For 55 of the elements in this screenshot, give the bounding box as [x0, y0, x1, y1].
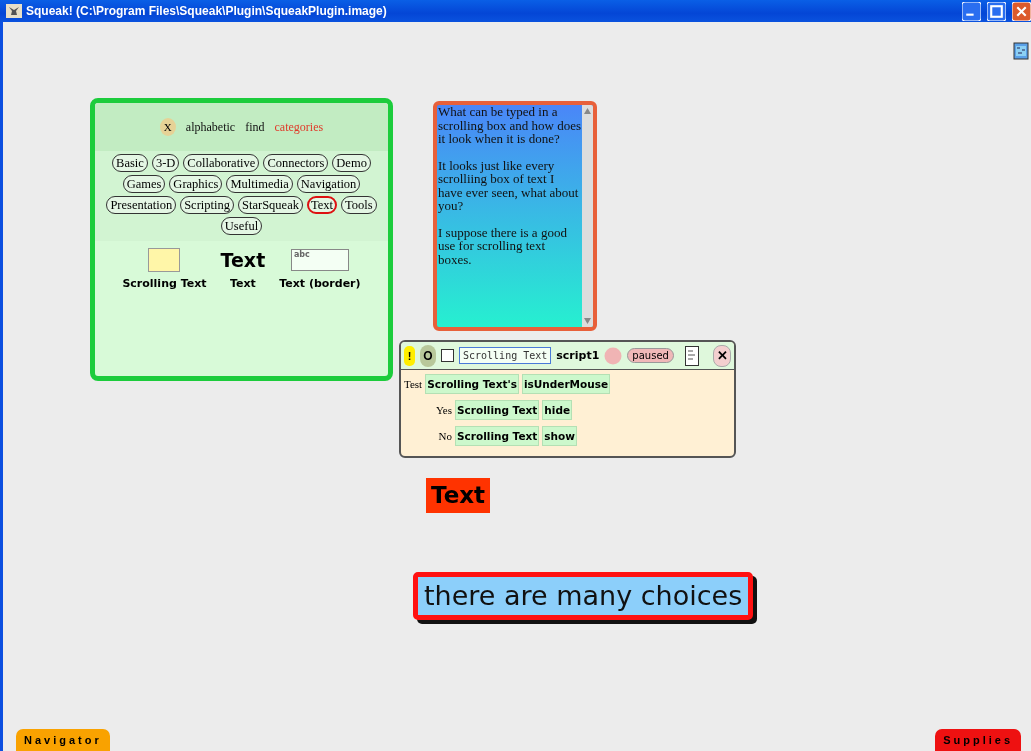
bin-tab[interactable]: find	[245, 119, 265, 135]
scrolling-text-thumbnail[interactable]	[148, 248, 181, 272]
close-button[interactable]: X	[159, 118, 176, 136]
run-button[interactable]: !	[404, 345, 415, 366]
row-label: Yes	[435, 404, 452, 416]
scrollbar[interactable]	[582, 105, 593, 327]
category-button[interactable]: Basic	[112, 154, 148, 172]
category-button[interactable]: Games	[122, 175, 166, 193]
mouse-logo-icon	[6, 4, 22, 18]
bordered-text-thumbnail[interactable]: abc	[290, 249, 349, 271]
script-tile[interactable]: isUnderMouse	[521, 374, 611, 394]
object-name-field[interactable]: Scrolling Text	[459, 347, 552, 364]
category-button[interactable]: Demo	[332, 154, 371, 172]
status-button[interactable]: paused	[627, 348, 674, 363]
category-button[interactable]: Multimedia	[226, 175, 293, 193]
text-sample[interactable]: Text	[220, 249, 266, 271]
text-paragraph: What can be typed in a scrolling box and how does it look when it is done?	[438, 105, 581, 146]
script-tile[interactable]: Scrolling Text's	[425, 374, 519, 394]
flap-tab[interactable]: Navigator	[16, 729, 110, 751]
close-icon[interactable]	[1012, 1, 1031, 21]
category-button[interactable]: Scripting	[180, 196, 234, 214]
category-button[interactable]: Graphics	[169, 175, 223, 193]
text-paragraph: I suppose there is a good use for scrolling text boxes.	[438, 225, 568, 266]
category-button[interactable]: Collaborative	[183, 154, 260, 172]
menu-icon[interactable]	[684, 345, 699, 366]
category-button[interactable]: Tools	[341, 196, 377, 214]
flap-tab[interactable]: Supplies	[935, 729, 1021, 751]
minimize-icon[interactable]	[962, 1, 981, 21]
category-button[interactable]: Useful	[220, 217, 263, 235]
category-button[interactable]: StarSqueak	[238, 196, 303, 214]
scroll-down-icon[interactable]	[583, 317, 592, 325]
checkbox[interactable]	[441, 349, 454, 362]
ticker-button[interactable]: O	[420, 344, 436, 367]
script-tile[interactable]: hide	[542, 400, 573, 420]
close-button[interactable]: ✕	[713, 344, 731, 367]
category-button[interactable]: Text	[306, 196, 337, 214]
text-morph[interactable]: Text	[426, 478, 491, 513]
script-tile[interactable]: Scrolling Text	[455, 426, 540, 446]
category-button[interactable]: 3-D	[151, 154, 180, 172]
category-button[interactable]: Navigation	[296, 175, 361, 193]
row-label: Test	[404, 378, 423, 390]
part-label: Scrolling Text	[122, 277, 207, 290]
category-button[interactable]: Connectors	[263, 154, 329, 172]
category-button[interactable]: Presentation	[106, 196, 177, 214]
part-label: Text (border)	[279, 277, 361, 290]
scroll-up-icon[interactable]	[583, 107, 592, 115]
script-name[interactable]: script1	[556, 349, 600, 362]
window-title: Squeak! (C:\Program Files\Squeak\Plugin\SqueakPlugin.image)	[26, 4, 388, 18]
bin-tab[interactable]: alphabetic	[185, 119, 236, 135]
row-label: No	[437, 430, 452, 442]
text-paragraph: It looks just like every scrolliing box of text I have ever seen, what about you?	[438, 158, 580, 213]
script-tile[interactable]: Scrolling Text	[455, 400, 540, 420]
script-tile[interactable]: show	[542, 426, 577, 446]
maximize-icon[interactable]	[987, 1, 1006, 21]
part-label: Text	[229, 277, 256, 290]
